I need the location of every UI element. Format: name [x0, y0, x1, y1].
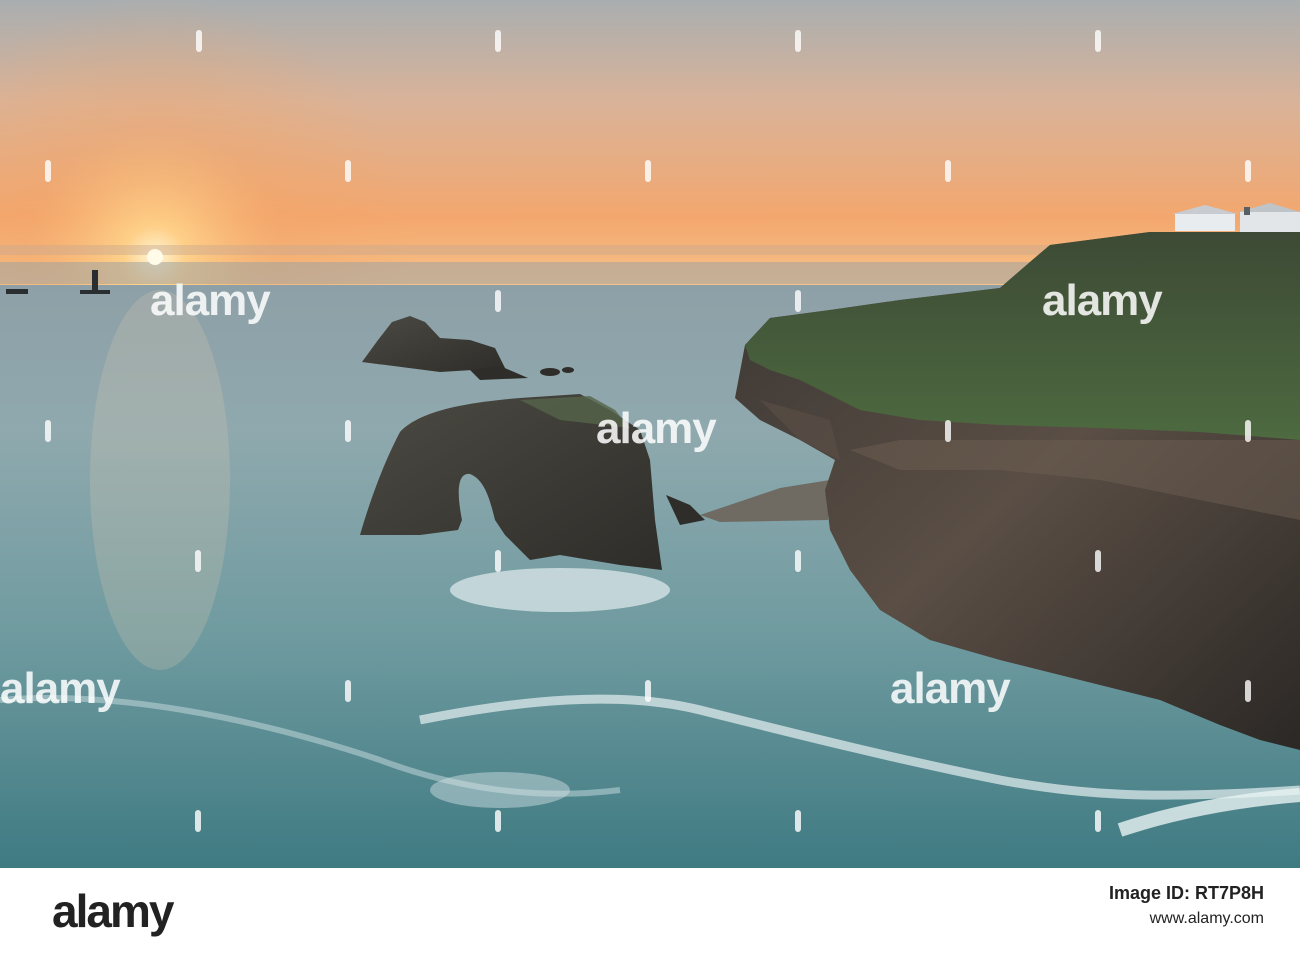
watermark-icon — [945, 160, 951, 182]
watermark-icon — [345, 420, 351, 442]
watermark-icon — [345, 160, 351, 182]
watermark-mark — [344, 680, 352, 702]
landscape-photo: alamy alamy alamy alamy alamy — [0, 0, 1300, 868]
watermark-mark — [194, 550, 202, 572]
alamy-logo: alamy — [52, 885, 174, 937]
watermark-mark — [794, 30, 802, 52]
watermark-mark — [1094, 550, 1102, 572]
watermark-icon — [645, 160, 651, 182]
watermark-mark — [494, 550, 502, 572]
watermark-icon — [1245, 160, 1251, 182]
watermark-icon — [195, 810, 201, 832]
watermark-icon — [196, 30, 202, 52]
watermark-icon — [1095, 550, 1101, 572]
site-url: www.alamy.com — [1149, 910, 1264, 927]
watermark-icon — [45, 160, 51, 182]
watermark-text: alamy — [150, 276, 271, 325]
watermark-mark — [944, 420, 952, 442]
watermark-icon — [495, 30, 501, 52]
watermark-icon — [645, 680, 651, 702]
watermark-icon — [1245, 420, 1251, 442]
watermark-text: alamy — [596, 404, 717, 453]
watermark-mark — [644, 160, 652, 182]
watermark-mark — [794, 550, 802, 572]
watermark-mark — [1244, 680, 1252, 702]
watermark-icon — [945, 420, 951, 442]
watermark-mark — [344, 160, 352, 182]
watermark-mark — [194, 810, 202, 832]
footer-bar — [0, 868, 1300, 957]
watermark-mark — [1244, 160, 1252, 182]
watermark-mark — [644, 680, 652, 702]
watermark-mark — [44, 420, 52, 442]
watermark-mark — [1094, 30, 1102, 52]
watermark-icon — [495, 550, 501, 572]
watermark-icon — [795, 290, 801, 312]
watermark-mark — [494, 810, 502, 832]
watermark-icon — [345, 680, 351, 702]
watermark-mark — [44, 160, 52, 182]
watermark-icon — [1245, 680, 1251, 702]
watermark-icon — [1095, 30, 1101, 52]
watermark-text: alamy — [1042, 276, 1163, 325]
image-meta: Image ID: RT7P8H www.alamy.com — [1109, 880, 1264, 932]
watermark-mark — [344, 420, 352, 442]
watermark-icon — [495, 290, 501, 312]
watermark-icon — [45, 420, 51, 442]
watermark-icon — [495, 810, 501, 832]
image-id: Image ID: RT7P8H — [1108, 883, 1264, 903]
watermark-mark — [494, 30, 502, 52]
watermark-icon — [1095, 810, 1101, 832]
watermark-mark — [494, 290, 502, 312]
watermark-icon — [795, 810, 801, 832]
watermark-text: alamy — [0, 664, 121, 713]
watermark-mark — [1094, 810, 1102, 832]
watermark-mark — [794, 290, 802, 312]
watermark-icon — [795, 30, 801, 52]
watermark-icon — [195, 550, 201, 572]
watermark-mark — [794, 810, 802, 832]
watermark-mark — [944, 160, 952, 182]
watermark-text: alamy — [890, 664, 1011, 713]
watermark-icon — [795, 550, 801, 572]
watermark-mark — [195, 30, 203, 52]
watermark-mark — [1244, 420, 1252, 442]
